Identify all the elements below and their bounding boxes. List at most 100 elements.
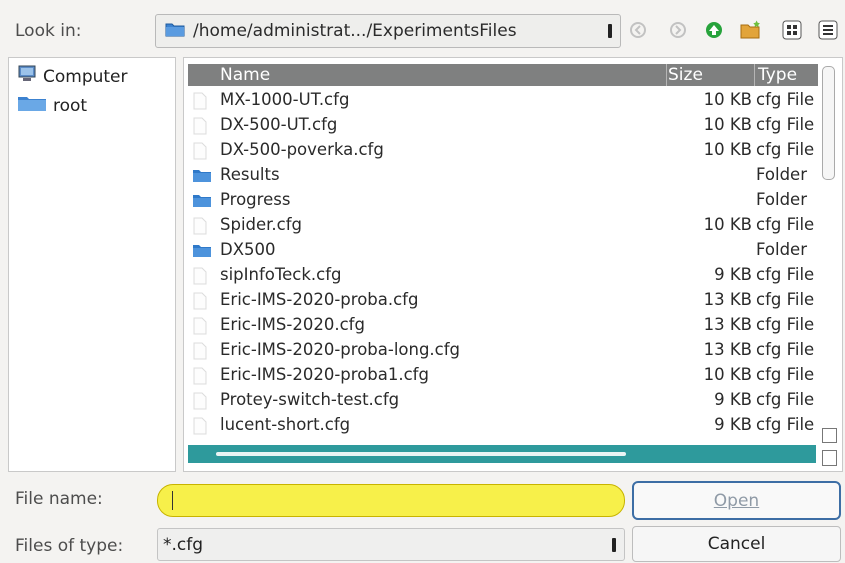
file-icon [192, 317, 208, 339]
horizontal-scrollbar[interactable] [188, 445, 816, 463]
file-icon [192, 92, 208, 114]
look-in-path: /home/administrat.../ExperimentsFiles [193, 21, 517, 41]
file-name-cell: Eric-IMS-2020.cfg [220, 315, 365, 334]
file-name-cell: MX-1000-UT.cfg [220, 90, 350, 109]
files-of-type-label: Files of type: [15, 536, 124, 556]
sidebar-item-computer[interactable]: Computer [17, 65, 128, 88]
file-name-input[interactable] [157, 484, 625, 517]
new-folder-icon[interactable] [738, 18, 762, 42]
horizontal-scroll-thumb[interactable] [216, 452, 626, 456]
files-of-type-value: *.cfg [163, 535, 204, 555]
file-type-cell: cfg File [756, 415, 815, 434]
file-name-cell: Progress [220, 190, 291, 209]
places-sidebar: Computer root [8, 57, 176, 472]
table-row[interactable]: Eric-IMS-2020-proba.cfg 13 KB cfg File [184, 288, 824, 313]
sidebar-item-label: Computer [43, 66, 128, 87]
file-name-cell: Eric-IMS-2020-proba1.cfg [220, 365, 429, 384]
file-icon [192, 392, 208, 414]
file-icon [192, 292, 208, 314]
file-size-cell: 13 KB [703, 315, 752, 334]
look-in-combo[interactable]: /home/administrat.../ExperimentsFiles [155, 14, 621, 48]
table-row[interactable]: Protey-switch-test.cfg 9 KB cfg File [184, 388, 824, 413]
file-name-cell: DX-500-poverka.cfg [220, 140, 384, 159]
file-icon [192, 342, 208, 364]
file-name-cell: Results [220, 165, 280, 184]
forward-icon[interactable] [666, 18, 690, 42]
table-row[interactable]: DX-500-UT.cfg 10 KB cfg File [184, 113, 824, 138]
file-name-cell: lucent-short.cfg [220, 415, 351, 434]
look-in-label: Look in: [15, 21, 82, 41]
file-size-cell: 10 KB [703, 215, 752, 234]
scroll-down-icon[interactable] [822, 428, 837, 443]
file-type-cell: cfg File [756, 340, 815, 359]
table-row[interactable]: DX500 Folder [184, 238, 824, 263]
sidebar-item-label: root [53, 95, 88, 116]
file-name-cell: Eric-IMS-2020-proba.cfg [220, 290, 419, 309]
file-size-cell: 13 KB [703, 290, 752, 309]
table-row[interactable]: Progress Folder [184, 188, 824, 213]
file-type-cell: cfg File [756, 215, 815, 234]
vertical-scroll-thumb[interactable] [822, 66, 835, 180]
folder-icon [17, 94, 47, 117]
file-icon [192, 117, 208, 139]
file-size-cell: 9 KB [714, 390, 752, 409]
folder-icon [192, 192, 212, 212]
file-type-cell: Folder [756, 190, 807, 209]
file-type-cell: cfg File [756, 365, 815, 384]
table-row[interactable]: MX-1000-UT.cfg 10 KB cfg File [184, 88, 824, 113]
table-row[interactable]: Eric-IMS-2020.cfg 13 KB cfg File [184, 313, 824, 338]
dropdown-arrow-icon[interactable] [608, 24, 612, 38]
file-size-cell: 9 KB [714, 265, 752, 284]
sidebar-item-root[interactable]: root [17, 94, 87, 117]
parent-directory-icon[interactable] [702, 18, 726, 42]
file-type-cell: cfg File [756, 115, 815, 134]
file-icon [192, 267, 208, 289]
file-type-cell: Folder [756, 165, 807, 184]
file-size-cell: 10 KB [703, 115, 752, 134]
column-separator[interactable] [754, 64, 755, 86]
file-name-label: File name: [15, 489, 103, 509]
folder-icon [165, 21, 185, 41]
file-type-cell: cfg File [756, 290, 815, 309]
file-type-cell: Folder [756, 240, 807, 259]
file-type-cell: cfg File [756, 140, 815, 159]
table-row[interactable]: Results Folder [184, 163, 824, 188]
detail-view-icon[interactable] [816, 18, 840, 42]
column-header-size[interactable]: Size [668, 65, 703, 85]
open-button[interactable]: Open [632, 481, 841, 520]
table-row[interactable]: lucent-short.cfg 9 KB cfg File [184, 413, 824, 438]
file-size-cell: 10 KB [703, 140, 752, 159]
file-type-cell: cfg File [756, 90, 815, 109]
column-separator[interactable] [666, 64, 667, 86]
table-row[interactable]: DX-500-poverka.cfg 10 KB cfg File [184, 138, 824, 163]
text-caret [172, 491, 173, 510]
file-name-cell: sipInfoTeck.cfg [220, 265, 342, 284]
file-list-header: Name Size Type [188, 64, 818, 86]
vertical-scrollbar[interactable] [820, 62, 837, 466]
list-view-icon[interactable] [780, 18, 804, 42]
files-of-type-combo[interactable]: *.cfg [157, 528, 625, 561]
file-type-cell: cfg File [756, 315, 815, 334]
folder-icon [192, 167, 212, 187]
column-header-name[interactable]: Name [220, 65, 270, 85]
file-name-cell: Eric-IMS-2020-proba-long.cfg [220, 340, 461, 359]
folder-icon [192, 242, 212, 262]
table-row[interactable]: Eric-IMS-2020-proba1.cfg 10 KB cfg File [184, 363, 824, 388]
file-icon [192, 217, 208, 239]
dropdown-arrow-icon[interactable] [612, 538, 616, 552]
scroll-corner [822, 450, 837, 466]
column-header-type[interactable]: Type [758, 65, 797, 85]
file-name-cell: Spider.cfg [220, 215, 303, 234]
file-size-cell: 10 KB [703, 365, 752, 384]
file-size-cell: 10 KB [703, 90, 752, 109]
cancel-button[interactable]: Cancel [632, 526, 841, 562]
file-name-cell: DX500 [220, 240, 276, 259]
file-size-cell: 9 KB [714, 415, 752, 434]
file-list[interactable]: Name Size Type MX-1000-UT.cfg 10 KB cfg Fi… [183, 57, 843, 472]
file-name-cell: DX-500-UT.cfg [220, 115, 338, 134]
table-row[interactable]: Spider.cfg 10 KB cfg File [184, 213, 824, 238]
back-icon[interactable] [626, 18, 650, 42]
table-row[interactable]: Eric-IMS-2020-proba-long.cfg 13 KB cfg Fil… [184, 338, 824, 363]
table-row[interactable]: sipInfoTeck.cfg 9 KB cfg File [184, 263, 824, 288]
file-name-cell: Protey-switch-test.cfg [220, 390, 400, 409]
